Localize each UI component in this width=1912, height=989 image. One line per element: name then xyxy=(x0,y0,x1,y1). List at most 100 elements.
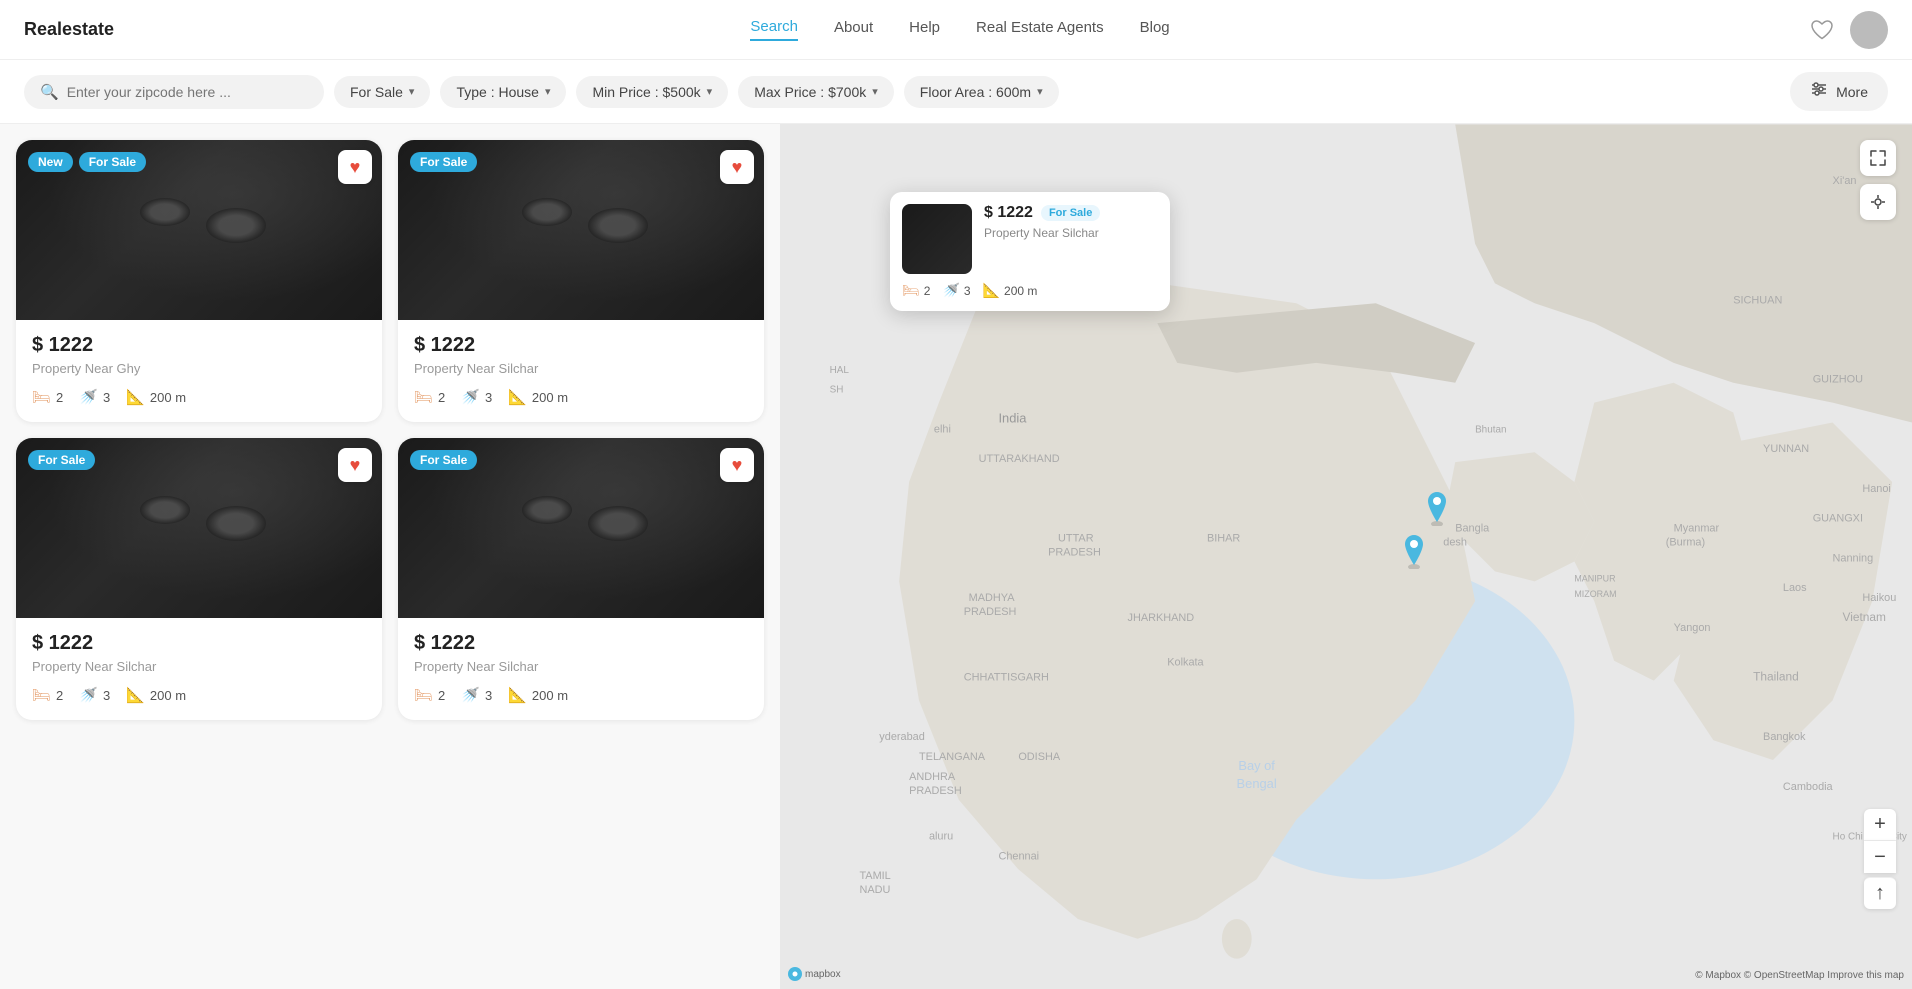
more-filters-button[interactable]: More xyxy=(1790,72,1888,111)
property-card[interactable]: NewFor Sale ♥ $ 1222 Property Near Ghy 🛏… xyxy=(16,140,382,422)
svg-text:India: India xyxy=(998,410,1027,425)
badge-wrap: For Sale xyxy=(410,152,477,172)
map-pin-1[interactable] xyxy=(1400,533,1428,574)
nav-search[interactable]: Search xyxy=(750,18,798,41)
for-sale-chevron: ▾ xyxy=(409,85,415,98)
bed-icon: 🛏 xyxy=(32,686,51,704)
area-value: 200 m xyxy=(150,688,186,703)
floor-area-chevron: ▾ xyxy=(1037,85,1043,98)
bath-icon: 🚿 xyxy=(79,686,98,704)
heart-icon: ♥ xyxy=(350,157,361,178)
svg-text:ANDHRA: ANDHRA xyxy=(909,771,956,783)
badge-for sale: For Sale xyxy=(410,152,477,172)
bed-icon: 🛏 xyxy=(32,388,51,406)
favorite-button[interactable]: ♥ xyxy=(338,448,372,482)
max-price-filter[interactable]: Max Price : $700k ▾ xyxy=(738,76,894,108)
zipcode-search-wrap[interactable]: 🔍 xyxy=(24,75,324,109)
svg-text:PRADESH: PRADESH xyxy=(1048,547,1101,559)
nav-blog[interactable]: Blog xyxy=(1140,19,1170,40)
svg-text:TAMIL: TAMIL xyxy=(859,870,890,882)
beds-count: 2 xyxy=(438,688,445,703)
svg-text:Bhutan: Bhutan xyxy=(1475,424,1506,435)
bed-icon: 🛏 xyxy=(414,686,433,704)
favorite-button[interactable]: ♥ xyxy=(338,150,372,184)
map-popup: $ 1222 For Sale Property Near Silchar 🛏 … xyxy=(890,192,1170,311)
card-price: $ 1222 xyxy=(32,334,366,357)
card-body: $ 1222 Property Near Silchar 🛏 2 🚿 3 📐 2… xyxy=(398,618,764,720)
zoom-out-button[interactable]: − xyxy=(1864,841,1896,873)
favorite-button[interactable]: ♥ xyxy=(720,448,754,482)
popup-description: Property Near Silchar xyxy=(984,226,1158,240)
area-stat: 📐 200 m xyxy=(508,388,568,406)
svg-text:PRADESH: PRADESH xyxy=(909,785,962,797)
property-card[interactable]: For Sale ♥ $ 1222 Property Near Silchar … xyxy=(398,438,764,720)
badge-for sale: For Sale xyxy=(79,152,146,172)
svg-text:aluru: aluru xyxy=(929,831,953,843)
map-zoom-controls: + − ↑ xyxy=(1864,809,1896,909)
popup-baths: 🚿 3 xyxy=(942,282,970,299)
area-value: 200 m xyxy=(532,390,568,405)
main-layout: NewFor Sale ♥ $ 1222 Property Near Ghy 🛏… xyxy=(0,124,1912,989)
mapbox-label: mapbox xyxy=(805,969,841,980)
area-stat: 📐 200 m xyxy=(508,686,568,704)
svg-text:Bangkok: Bangkok xyxy=(1763,731,1806,743)
max-price-chevron: ▾ xyxy=(872,85,878,98)
area-icon: 📐 xyxy=(508,686,527,704)
more-label: More xyxy=(1836,84,1868,100)
min-price-chevron: ▾ xyxy=(707,85,713,98)
popup-property-image xyxy=(902,204,972,274)
property-card[interactable]: For Sale ♥ $ 1222 Property Near Silchar … xyxy=(398,140,764,422)
favorite-button[interactable]: ♥ xyxy=(720,150,754,184)
search-icon: 🔍 xyxy=(40,83,59,101)
svg-text:UTTAR: UTTAR xyxy=(1058,533,1094,545)
baths-count: 3 xyxy=(103,390,110,405)
baths-stat: 🚿 3 xyxy=(79,686,110,704)
svg-text:GUIZHOU: GUIZHOU xyxy=(1813,374,1863,386)
floor-area-label: Floor Area : 600m xyxy=(920,84,1031,100)
popup-area-value: 200 m xyxy=(1004,284,1037,298)
type-filter[interactable]: Type : House ▾ xyxy=(440,76,566,108)
svg-text:Bengal: Bengal xyxy=(1237,776,1277,791)
min-price-filter[interactable]: Min Price : $500k ▾ xyxy=(576,76,728,108)
compass-button[interactable]: ↑ xyxy=(1864,877,1896,909)
type-chevron: ▾ xyxy=(545,85,551,98)
popup-sale-badge: For Sale xyxy=(1041,205,1100,221)
area-icon: 📐 xyxy=(508,388,527,406)
svg-text:Bangla: Bangla xyxy=(1455,523,1490,535)
area-value: 200 m xyxy=(532,688,568,703)
beds-stat: 🛏 2 xyxy=(32,388,63,406)
svg-text:PRADESH: PRADESH xyxy=(964,606,1017,618)
badge-wrap: For Sale xyxy=(410,450,477,470)
svg-text:yderabad: yderabad xyxy=(879,731,924,743)
map-pin-2[interactable] xyxy=(1423,490,1451,531)
area-value: 200 m xyxy=(150,390,186,405)
nav-about[interactable]: About xyxy=(834,19,873,40)
for-sale-filter[interactable]: For Sale ▾ xyxy=(334,76,430,108)
card-image-wrap: For Sale ♥ xyxy=(16,438,382,618)
wishlist-icon[interactable] xyxy=(1806,14,1838,46)
zipcode-input[interactable] xyxy=(67,84,308,100)
svg-text:Hanoi: Hanoi xyxy=(1862,483,1891,495)
svg-text:Haikou: Haikou xyxy=(1862,592,1896,604)
svg-text:BIHAR: BIHAR xyxy=(1207,533,1240,545)
baths-count: 3 xyxy=(485,688,492,703)
svg-text:MIZORAM: MIZORAM xyxy=(1574,589,1616,599)
svg-text:(Burma): (Burma) xyxy=(1666,537,1705,549)
floor-area-filter[interactable]: Floor Area : 600m ▾ xyxy=(904,76,1059,108)
expand-map-button[interactable] xyxy=(1860,140,1896,176)
svg-text:UTTARAKHAND: UTTARAKHAND xyxy=(979,453,1060,465)
map-panel[interactable]: UTTAR PRADESH UTTARAKHAND elhi MADHYA PR… xyxy=(780,124,1912,989)
svg-text:SICHUAN: SICHUAN xyxy=(1733,294,1782,306)
nav-help[interactable]: Help xyxy=(909,19,940,40)
svg-text:Xi'an: Xi'an xyxy=(1833,175,1857,187)
area-stat: 📐 200 m xyxy=(126,686,186,704)
user-avatar[interactable] xyxy=(1850,11,1888,49)
nav-agents[interactable]: Real Estate Agents xyxy=(976,19,1104,40)
zoom-in-button[interactable]: + xyxy=(1864,809,1896,841)
popup-area: 📐 200 m xyxy=(983,282,1038,299)
card-body: $ 1222 Property Near Silchar 🛏 2 🚿 3 📐 2… xyxy=(16,618,382,720)
beds-stat: 🛏 2 xyxy=(414,686,445,704)
property-card[interactable]: For Sale ♥ $ 1222 Property Near Silchar … xyxy=(16,438,382,720)
popup-bed-icon: 🛏 xyxy=(902,282,920,299)
locate-me-button[interactable] xyxy=(1860,184,1896,220)
